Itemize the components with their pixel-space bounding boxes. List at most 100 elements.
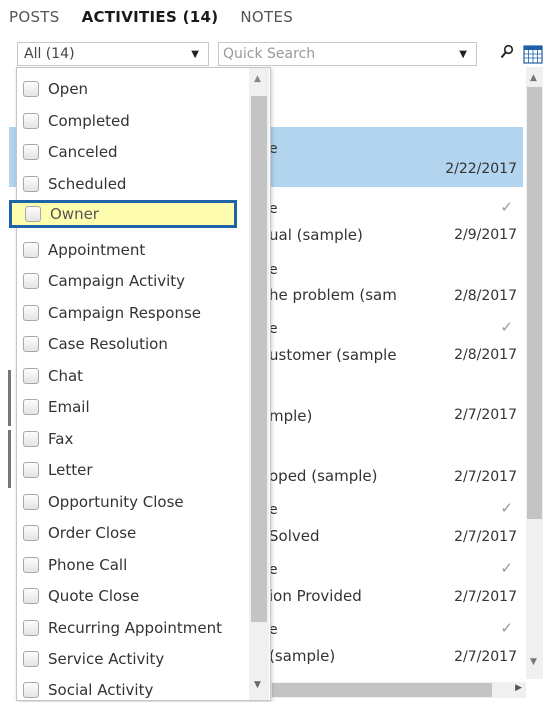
checkmark-icon: ✓ — [500, 499, 513, 517]
checkbox[interactable] — [23, 431, 39, 447]
scrollbar-thumb[interactable] — [527, 87, 542, 519]
filter-option-campaign-response[interactable]: Campaign Response — [23, 301, 243, 325]
filter-option-order-close[interactable]: Order Close — [23, 521, 243, 545]
dropdown-scrollbar[interactable]: ▲ ▼ — [249, 68, 269, 700]
checkbox[interactable] — [23, 273, 39, 289]
filter-option-recurring-appointment[interactable]: Recurring Appointment — [23, 616, 243, 640]
filter-option-label: Scheduled — [48, 175, 127, 193]
filter-option-service-activity[interactable]: Service Activity — [23, 647, 243, 671]
scroll-right-icon[interactable]: ▶ — [515, 683, 522, 693]
checkbox[interactable] — [23, 305, 39, 321]
quick-search-input[interactable]: Quick Search ▼ — [218, 42, 477, 66]
filter-option-label: Case Resolution — [48, 335, 168, 353]
activity-title: oped (sample) — [269, 467, 378, 485]
filter-option-label: Fax — [48, 430, 74, 448]
filter-option-scheduled[interactable]: Scheduled — [23, 172, 243, 196]
activity-list-h-scrollbar[interactable]: ▶ — [270, 682, 526, 698]
activity-date: 2/7/2017 — [454, 469, 517, 485]
chevron-down-icon: ▼ — [459, 49, 467, 60]
filter-selected-value: All (14) — [24, 46, 75, 62]
activity-title: mple) — [269, 407, 313, 425]
checkbox[interactable] — [23, 682, 39, 698]
filter-option-label: Opportunity Close — [48, 493, 184, 511]
checkbox[interactable] — [25, 206, 41, 222]
filter-option-label: Service Activity — [48, 650, 165, 668]
checkbox[interactable] — [23, 144, 39, 160]
search-placeholder: Quick Search — [223, 46, 316, 62]
filter-option-completed[interactable]: Completed — [23, 109, 243, 133]
filter-option-quote-close[interactable]: Quote Close — [23, 584, 243, 608]
row-divider — [8, 370, 11, 426]
scrollbar-thumb[interactable] — [272, 683, 492, 697]
checkbox[interactable] — [23, 651, 39, 667]
tab-posts[interactable]: POSTS — [9, 8, 60, 26]
filter-option-label: Chat — [48, 367, 84, 385]
checkbox[interactable] — [23, 494, 39, 510]
checkbox[interactable] — [23, 81, 39, 97]
scroll-up-icon[interactable]: ▲ — [254, 74, 261, 84]
filter-option-fax[interactable]: Fax — [23, 427, 243, 451]
filter-option-case-resolution[interactable]: Case Resolution — [23, 332, 243, 356]
checkbox[interactable] — [23, 242, 39, 258]
calendar-icon[interactable] — [523, 44, 543, 64]
checkmark-icon: ✓ — [500, 559, 513, 577]
activity-title: Solved — [269, 527, 320, 545]
checkbox[interactable] — [23, 113, 39, 129]
filter-option-label: Social Activity — [48, 681, 154, 699]
scroll-up-icon[interactable]: ▲ — [530, 73, 537, 83]
filter-option-letter[interactable]: Letter — [23, 458, 243, 482]
activity-date: 2/8/2017 — [454, 347, 517, 363]
filter-option-label: Email — [48, 398, 90, 416]
filter-option-opportunity-close[interactable]: Opportunity Close — [23, 490, 243, 514]
checkbox[interactable] — [23, 176, 39, 192]
checkbox[interactable] — [23, 557, 39, 573]
scroll-down-icon[interactable]: ▼ — [530, 657, 537, 667]
checkmark-icon: ✓ — [500, 318, 513, 336]
search-icon[interactable] — [500, 44, 514, 60]
checkbox[interactable] — [23, 620, 39, 636]
filter-option-social-activity[interactable]: Social Activity — [23, 678, 243, 702]
checkbox[interactable] — [23, 399, 39, 415]
checkmark-icon: ✓ — [500, 198, 513, 216]
activity-filter-select[interactable]: All (14) ▼ — [17, 42, 209, 66]
filter-option-campaign-activity[interactable]: Campaign Activity — [23, 269, 243, 293]
activity-title: he problem (sam — [269, 286, 397, 304]
activity-title: ion Provided — [269, 587, 362, 605]
filter-option-label: Quote Close — [48, 587, 140, 605]
checkbox[interactable] — [23, 588, 39, 604]
checkmark-icon: ✓ — [500, 619, 513, 637]
filter-option-label: Campaign Response — [48, 304, 201, 322]
scrollbar-thumb[interactable] — [251, 96, 267, 622]
activity-date: 2/9/2017 — [454, 227, 517, 243]
tab-activities[interactable]: ACTIVITIES (14) — [82, 8, 219, 26]
filter-dropdown-panel: Open Completed Canceled Scheduled Owner … — [9, 67, 271, 702]
checkbox[interactable] — [23, 462, 39, 478]
filter-option-label: Phone Call — [48, 556, 128, 574]
filter-option-chat[interactable]: Chat — [23, 364, 243, 388]
activity-list-scrollbar[interactable]: ▲ ▼ — [526, 67, 543, 679]
tab-bar: POSTS ACTIVITIES (14) NOTES — [9, 8, 293, 26]
filter-option-label: Canceled — [48, 143, 118, 161]
filter-option-phone-call[interactable]: Phone Call — [23, 553, 243, 577]
checkbox[interactable] — [23, 336, 39, 352]
filter-option-open[interactable]: Open — [23, 77, 243, 101]
scroll-down-icon[interactable]: ▼ — [254, 680, 261, 690]
activity-title: ual (sample) — [269, 226, 363, 244]
tab-notes[interactable]: NOTES — [240, 8, 293, 26]
checkbox[interactable] — [23, 525, 39, 541]
row-divider — [8, 430, 11, 488]
filter-option-label: Letter — [48, 461, 93, 479]
filter-option-owner[interactable]: Owner — [9, 200, 237, 228]
filter-option-canceled[interactable]: Canceled — [23, 140, 243, 164]
activity-date: 2/7/2017 — [454, 529, 517, 545]
checkbox[interactable] — [23, 368, 39, 384]
filter-option-label: Owner — [50, 205, 99, 223]
filter-option-label: Campaign Activity — [48, 272, 186, 290]
filter-option-label: Appointment — [48, 241, 146, 259]
filter-option-appointment[interactable]: Appointment — [23, 238, 243, 262]
activity-date: 2/7/2017 — [454, 407, 517, 423]
filter-option-label: Recurring Appointment — [48, 619, 223, 637]
filter-option-email[interactable]: Email — [23, 395, 243, 419]
filter-option-label: Order Close — [48, 524, 137, 542]
activity-date: 2/7/2017 — [454, 649, 517, 665]
